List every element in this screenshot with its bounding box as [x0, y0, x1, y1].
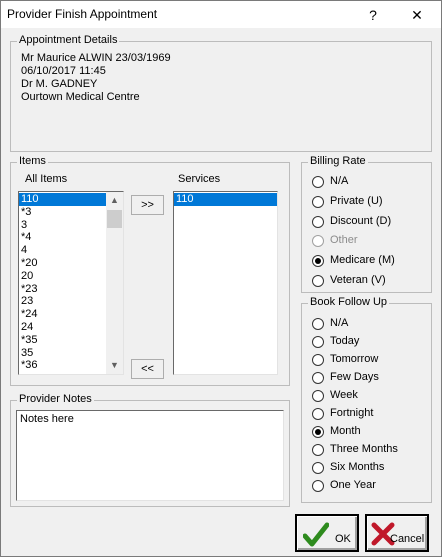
follow-up-option-label: Six Months: [330, 461, 385, 473]
add-item-button[interactable]: >>: [131, 195, 164, 215]
scroll-down-arrow-icon[interactable]: ▼: [106, 357, 123, 374]
billing-rate-option-label: N/A: [330, 175, 349, 187]
radio-button: [312, 235, 324, 248]
follow-up-label: Book Follow Up: [308, 296, 390, 308]
follow-up-option-label: Today: [330, 335, 360, 347]
list-item[interactable]: 110: [19, 193, 106, 206]
list-item[interactable]: 110: [174, 193, 277, 206]
datetime-line: 06/10/2017 11:45: [21, 65, 106, 77]
follow-up-option-label: Few Days: [330, 371, 379, 383]
follow-up-option-label: N/A: [330, 317, 349, 329]
provider-notes-input[interactable]: Notes here: [16, 410, 284, 501]
all-items-entries: 110 *3 3 *4 4 *20 20 *23 23 *24 24 *35 35 *36: [19, 193, 106, 372]
follow-up-option-label: Fortnight: [330, 407, 374, 419]
radio-button[interactable]: [312, 444, 324, 456]
list-item[interactable]: *20: [19, 257, 106, 270]
ok-button[interactable]: OK: [295, 514, 359, 552]
close-button[interactable]: ✕: [405, 5, 429, 25]
help-button[interactable]: ?: [361, 5, 385, 25]
services-list[interactable]: 110: [173, 191, 278, 375]
services-entries: 110: [174, 193, 277, 206]
follow-up-group: Book Follow Up N/A Today Tomorrow Few Days W…: [301, 296, 432, 503]
follow-up-option-label: Month: [330, 425, 361, 437]
window-title: Provider Finish Appointment: [7, 7, 158, 21]
provider-notes-label: Provider Notes: [17, 393, 94, 405]
billing-rate-option-label: Private (U): [330, 194, 383, 207]
list-item[interactable]: 23: [19, 295, 106, 308]
follow-up-option-label: One Year: [330, 479, 376, 491]
billing-rate-option-label: Other: [330, 234, 358, 247]
all-items-list[interactable]: 110 *3 3 *4 4 *20 20 *23 23 *24 24 *35 35 *36 ▲ ▼: [18, 191, 124, 375]
title-bar[interactable]: Provider Finish Appointment ? ✕: [1, 1, 441, 28]
list-item[interactable]: *35: [19, 334, 106, 347]
billing-rate-label: Billing Rate: [308, 155, 368, 167]
services-label: Services: [178, 173, 221, 185]
billing-rate-option-label: Medicare (M): [330, 254, 395, 267]
follow-up-option-label: Three Months: [330, 443, 398, 455]
radio-button[interactable]: [312, 176, 324, 188]
cancel-button[interactable]: Cancel: [365, 514, 429, 552]
radio-button[interactable]: [312, 215, 324, 228]
dialog-window: Provider Finish Appointment ? ✕ Appointm…: [0, 0, 442, 557]
scroll-thumb[interactable]: [107, 210, 122, 228]
doctor-line: Dr M. GADNEY: [21, 78, 98, 90]
billing-rate-option-label: Discount (D): [330, 214, 392, 227]
items-label: Items: [17, 155, 48, 167]
radio-button[interactable]: [312, 390, 324, 402]
billing-rate-group: Billing Rate N/A Private (U) Discount (D) O…: [301, 155, 432, 293]
radio-button[interactable]: [312, 408, 324, 420]
radio-button[interactable]: [312, 354, 324, 366]
radio-button[interactable]: [312, 318, 324, 330]
radio-button[interactable]: [312, 480, 324, 492]
appointment-details-label: Appointment Details: [17, 34, 120, 46]
radio-button[interactable]: [312, 372, 324, 384]
list-item[interactable]: *4: [19, 231, 106, 244]
radio-button[interactable]: [312, 195, 324, 208]
radio-button[interactable]: [312, 336, 324, 348]
all-items-scrollbar[interactable]: ▲ ▼: [106, 192, 123, 374]
patient-line: Mr Maurice ALWIN 23/03/1969: [21, 52, 171, 64]
list-item[interactable]: *36: [19, 359, 106, 372]
radio-button[interactable]: [312, 462, 324, 474]
radio-button[interactable]: [312, 255, 324, 268]
list-item[interactable]: 24: [19, 321, 106, 334]
list-item[interactable]: 3: [19, 219, 106, 232]
follow-up-option-label: Tomorrow: [330, 353, 379, 365]
radio-button[interactable]: [312, 426, 324, 438]
list-item[interactable]: 20: [19, 270, 106, 283]
all-items-label: All Items: [25, 173, 68, 185]
list-item[interactable]: *24: [19, 308, 106, 321]
ok-label: OK: [335, 533, 351, 545]
cancel-label: Cancel: [390, 533, 425, 545]
radio-button[interactable]: [312, 275, 324, 287]
appointment-details-group: Appointment Details Mr Maurice ALWIN 23/…: [10, 34, 432, 152]
billing-rate-option-label: Veteran (V): [330, 274, 386, 286]
location-line: Ourtown Medical Centre: [21, 91, 140, 103]
check-icon: [303, 522, 329, 547]
remove-item-button[interactable]: <<: [131, 359, 164, 379]
list-item[interactable]: 35: [19, 347, 106, 360]
list-item[interactable]: *23: [19, 283, 106, 296]
follow-up-option-label: Week: [330, 389, 358, 401]
list-item[interactable]: 4: [19, 244, 106, 257]
list-item[interactable]: *3: [19, 206, 106, 219]
scroll-up-arrow-icon[interactable]: ▲: [106, 192, 123, 209]
